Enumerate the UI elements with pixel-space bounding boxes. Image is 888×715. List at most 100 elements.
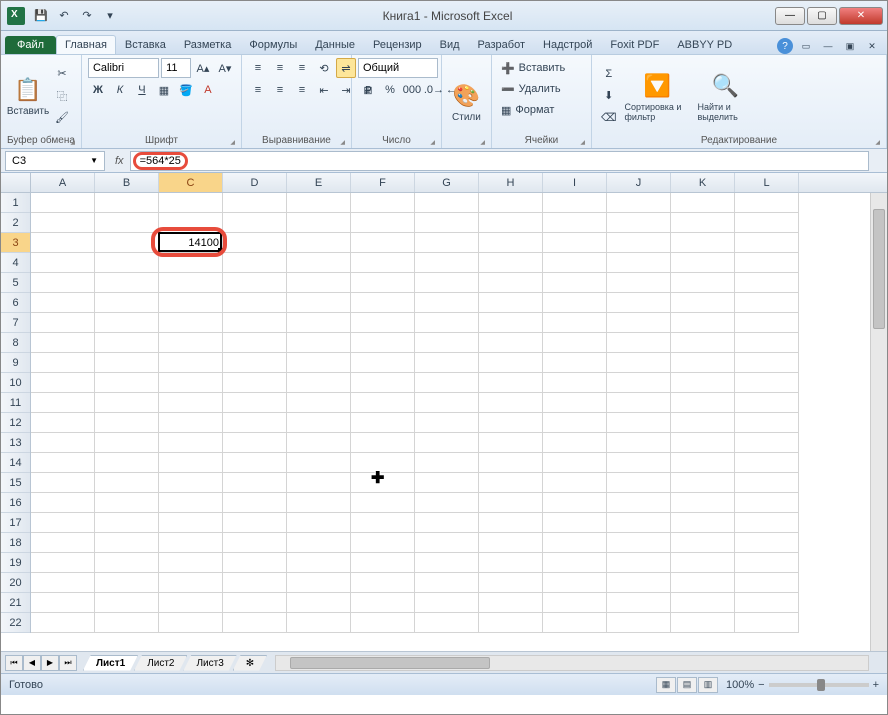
zoom-slider[interactable] xyxy=(769,683,869,687)
zoom-slider-thumb[interactable] xyxy=(817,679,825,691)
cell[interactable] xyxy=(735,453,799,473)
cell[interactable] xyxy=(95,293,159,313)
cell[interactable] xyxy=(351,473,415,493)
cell[interactable] xyxy=(479,253,543,273)
tab-вид[interactable]: Вид xyxy=(431,35,469,54)
cell[interactable] xyxy=(351,313,415,333)
cell[interactable] xyxy=(607,333,671,353)
cell[interactable] xyxy=(31,453,95,473)
cell[interactable] xyxy=(671,613,735,633)
cell[interactable] xyxy=(671,473,735,493)
cell[interactable] xyxy=(671,293,735,313)
cell[interactable] xyxy=(287,233,351,253)
number-format-combo[interactable]: Общий xyxy=(358,58,438,78)
minimize-button[interactable]: — xyxy=(775,7,805,25)
cell[interactable] xyxy=(415,573,479,593)
cell[interactable] xyxy=(159,553,223,573)
cell[interactable] xyxy=(159,593,223,613)
cell[interactable] xyxy=(95,593,159,613)
row-header[interactable]: 22 xyxy=(1,613,30,633)
cell[interactable] xyxy=(223,413,287,433)
cell[interactable] xyxy=(415,313,479,333)
column-header[interactable]: J xyxy=(607,173,671,192)
cell[interactable] xyxy=(159,293,223,313)
help-button[interactable]: ? xyxy=(777,38,793,54)
insert-cells-button[interactable]: ➕ Вставить xyxy=(498,58,588,78)
cell[interactable] xyxy=(159,413,223,433)
cell[interactable] xyxy=(159,353,223,373)
doc-minimize-button[interactable]: — xyxy=(819,39,837,53)
cell[interactable] xyxy=(671,533,735,553)
cell[interactable] xyxy=(479,573,543,593)
cell[interactable] xyxy=(607,393,671,413)
cell[interactable] xyxy=(351,573,415,593)
cell[interactable] xyxy=(31,593,95,613)
cell[interactable] xyxy=(735,353,799,373)
cell[interactable] xyxy=(671,373,735,393)
cell[interactable] xyxy=(31,473,95,493)
cell[interactable] xyxy=(671,213,735,233)
cell[interactable] xyxy=(223,613,287,633)
column-header[interactable]: H xyxy=(479,173,543,192)
scrollbar-thumb[interactable] xyxy=(873,209,885,329)
cell[interactable] xyxy=(415,413,479,433)
cell[interactable] xyxy=(415,233,479,253)
cell[interactable] xyxy=(31,253,95,273)
border-button[interactable]: ▦ xyxy=(154,80,174,100)
row-header[interactable]: 15 xyxy=(1,473,30,493)
cell[interactable] xyxy=(223,533,287,553)
cell[interactable] xyxy=(607,453,671,473)
cell[interactable] xyxy=(735,513,799,533)
cell[interactable] xyxy=(31,373,95,393)
cell[interactable] xyxy=(607,373,671,393)
cell[interactable] xyxy=(607,253,671,273)
cell[interactable] xyxy=(607,513,671,533)
cell[interactable] xyxy=(735,253,799,273)
styles-button[interactable]: 🎨 Стили xyxy=(448,58,485,144)
cell[interactable] xyxy=(351,513,415,533)
cell[interactable] xyxy=(31,313,95,333)
cell[interactable] xyxy=(95,313,159,333)
ribbon-minimize-button[interactable]: ▭ xyxy=(797,39,815,53)
italic-button[interactable]: К xyxy=(110,80,130,100)
column-header[interactable]: B xyxy=(95,173,159,192)
tab-foxit pdf[interactable]: Foxit PDF xyxy=(601,35,668,54)
cell[interactable] xyxy=(479,193,543,213)
cell[interactable] xyxy=(31,513,95,533)
cell[interactable] xyxy=(223,553,287,573)
cell[interactable] xyxy=(607,293,671,313)
cell[interactable] xyxy=(31,293,95,313)
row-header[interactable]: 17 xyxy=(1,513,30,533)
select-all-button[interactable] xyxy=(1,173,31,192)
cell[interactable] xyxy=(607,473,671,493)
cell[interactable] xyxy=(415,533,479,553)
cell[interactable] xyxy=(543,433,607,453)
decrease-font-button[interactable]: A▾ xyxy=(215,58,235,78)
cell[interactable] xyxy=(735,433,799,453)
cell[interactable] xyxy=(543,393,607,413)
cell[interactable] xyxy=(159,453,223,473)
cell[interactable] xyxy=(95,193,159,213)
cell[interactable] xyxy=(607,493,671,513)
column-header[interactable]: C xyxy=(159,173,223,192)
scrollbar-thumb[interactable] xyxy=(290,657,490,669)
cell[interactable] xyxy=(95,273,159,293)
cell[interactable] xyxy=(351,393,415,413)
cell[interactable] xyxy=(735,593,799,613)
align-bottom-button[interactable]: ≡ xyxy=(292,58,312,78)
cell[interactable] xyxy=(95,233,159,253)
cell[interactable] xyxy=(607,413,671,433)
cell[interactable] xyxy=(479,493,543,513)
cell[interactable] xyxy=(479,273,543,293)
column-header[interactable]: I xyxy=(543,173,607,192)
cell[interactable] xyxy=(479,313,543,333)
cell[interactable] xyxy=(31,233,95,253)
autosum-button[interactable]: Σ xyxy=(598,64,620,84)
cell[interactable] xyxy=(351,613,415,633)
cell[interactable] xyxy=(95,493,159,513)
cell[interactable] xyxy=(415,293,479,313)
row-header[interactable]: 14 xyxy=(1,453,30,473)
increase-font-button[interactable]: A▴ xyxy=(193,58,213,78)
row-header[interactable]: 21 xyxy=(1,593,30,613)
fill-color-button[interactable]: 🪣 xyxy=(176,80,196,100)
